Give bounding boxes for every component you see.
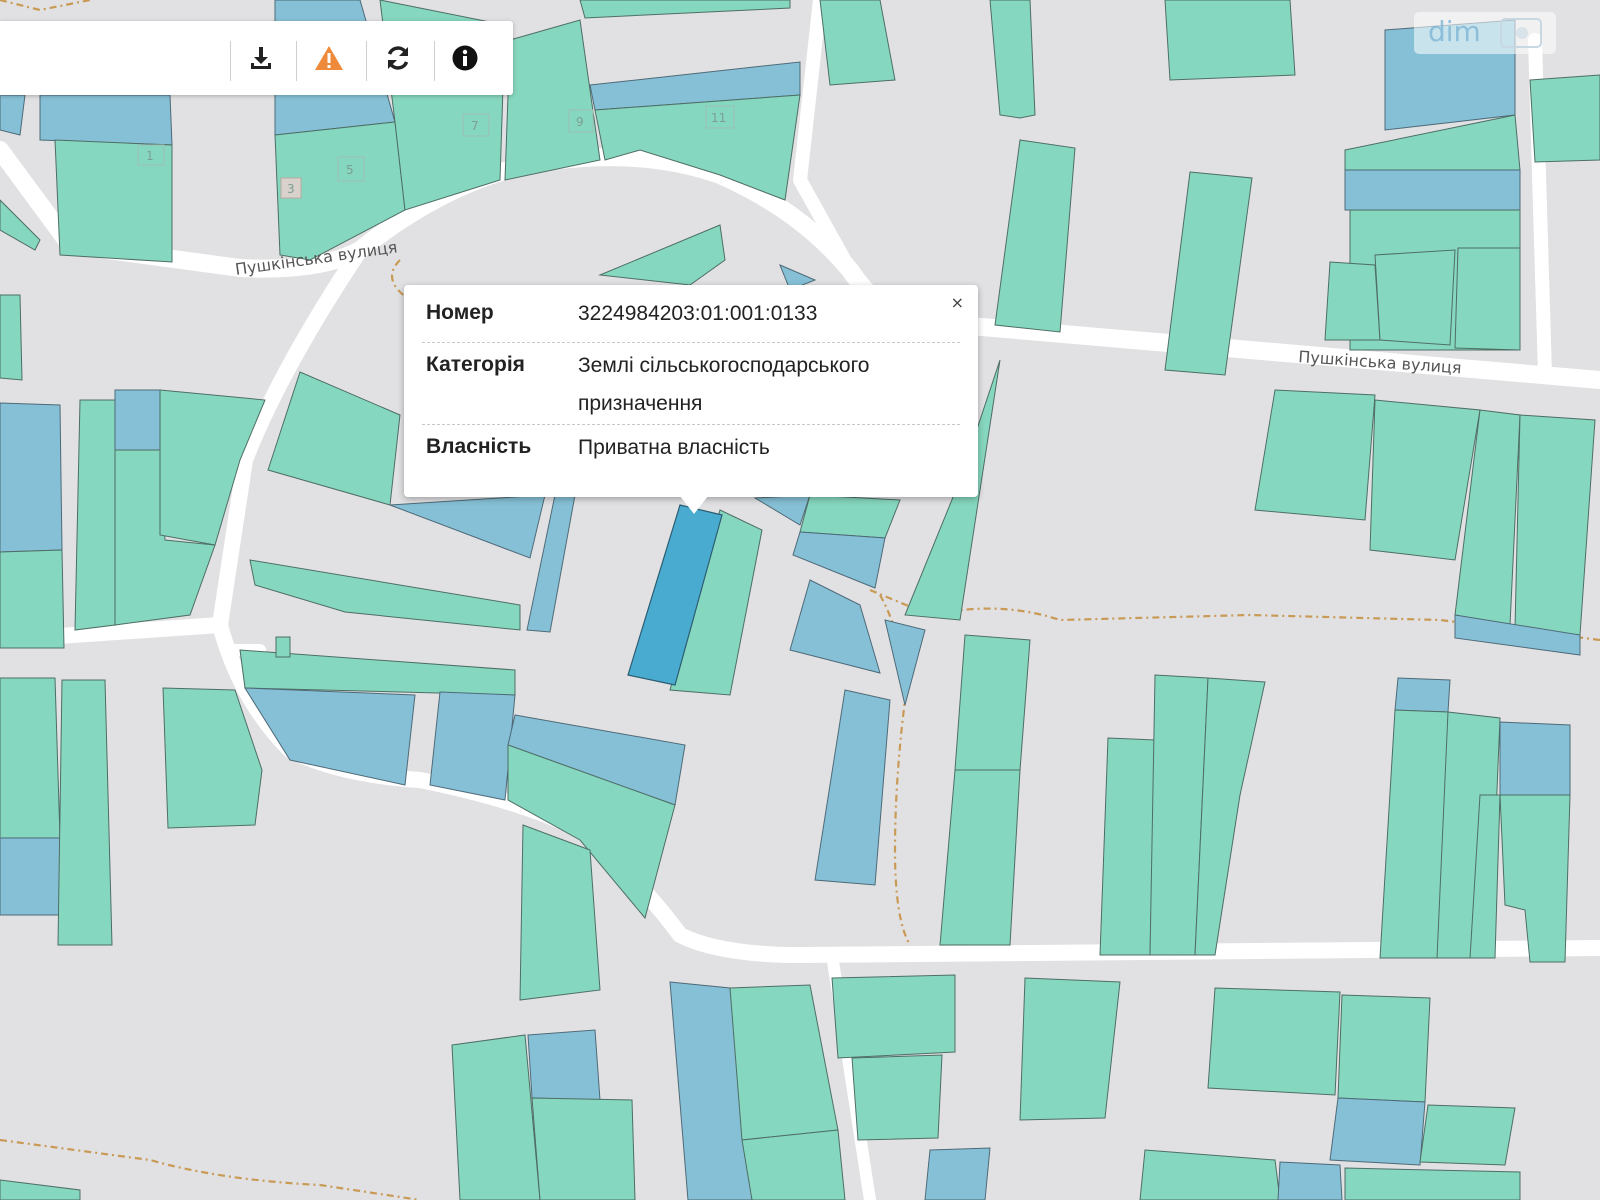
dim-logo: dim — [1414, 12, 1556, 54]
house-number: 11 — [711, 111, 726, 125]
popup-row-category: Категорія Землі сільськогосподарського п… — [422, 342, 960, 415]
download-button[interactable] — [238, 35, 284, 81]
cadastral-number: 3224984203:01:001:0133 — [578, 302, 818, 325]
refresh-button[interactable] — [375, 35, 421, 81]
toolbar-divider — [230, 41, 231, 81]
house-number: 7 — [471, 119, 479, 133]
warning-icon — [315, 46, 343, 70]
cadastral-map[interactable]: 1 3 5 7 9 11 Пушкінська вулиця Пушкінськ… — [0, 0, 1600, 1200]
popup-key: Номер — [426, 301, 494, 324]
popup-key: Категорія — [426, 353, 525, 376]
toolbar-divider — [366, 41, 367, 81]
download-icon — [251, 47, 271, 69]
popup-row-ownership: Власність Приватна власність — [422, 424, 960, 465]
info-button[interactable] — [442, 35, 488, 81]
refresh-icon — [387, 46, 409, 70]
map-toolbar — [0, 21, 513, 95]
street-label: Пушкінська вулиця — [1298, 347, 1462, 377]
toolbar-divider — [434, 41, 435, 81]
info-icon — [452, 45, 478, 71]
land-category-line2: призначення — [578, 392, 703, 415]
popup-key: Власність — [426, 435, 532, 458]
report-issue-button[interactable] — [306, 35, 352, 81]
ownership-type: Приватна власність — [578, 436, 770, 459]
toolbar-divider — [296, 41, 297, 81]
house-number: 9 — [576, 115, 584, 129]
house-number: 5 — [346, 163, 354, 177]
popup-row-number: Номер 3224984203:01:001:0133 — [422, 301, 960, 329]
popup-pointer — [680, 496, 708, 514]
house-number: 3 — [287, 182, 295, 196]
logo-mark-icon — [1500, 18, 1542, 48]
land-category-line1: Землі сільськогосподарського — [578, 354, 870, 377]
parcel-info-popup: × Номер 3224984203:01:001:0133 Категорія… — [404, 285, 978, 497]
house-number: 1 — [146, 149, 154, 163]
logo-text: dim — [1428, 15, 1481, 48]
